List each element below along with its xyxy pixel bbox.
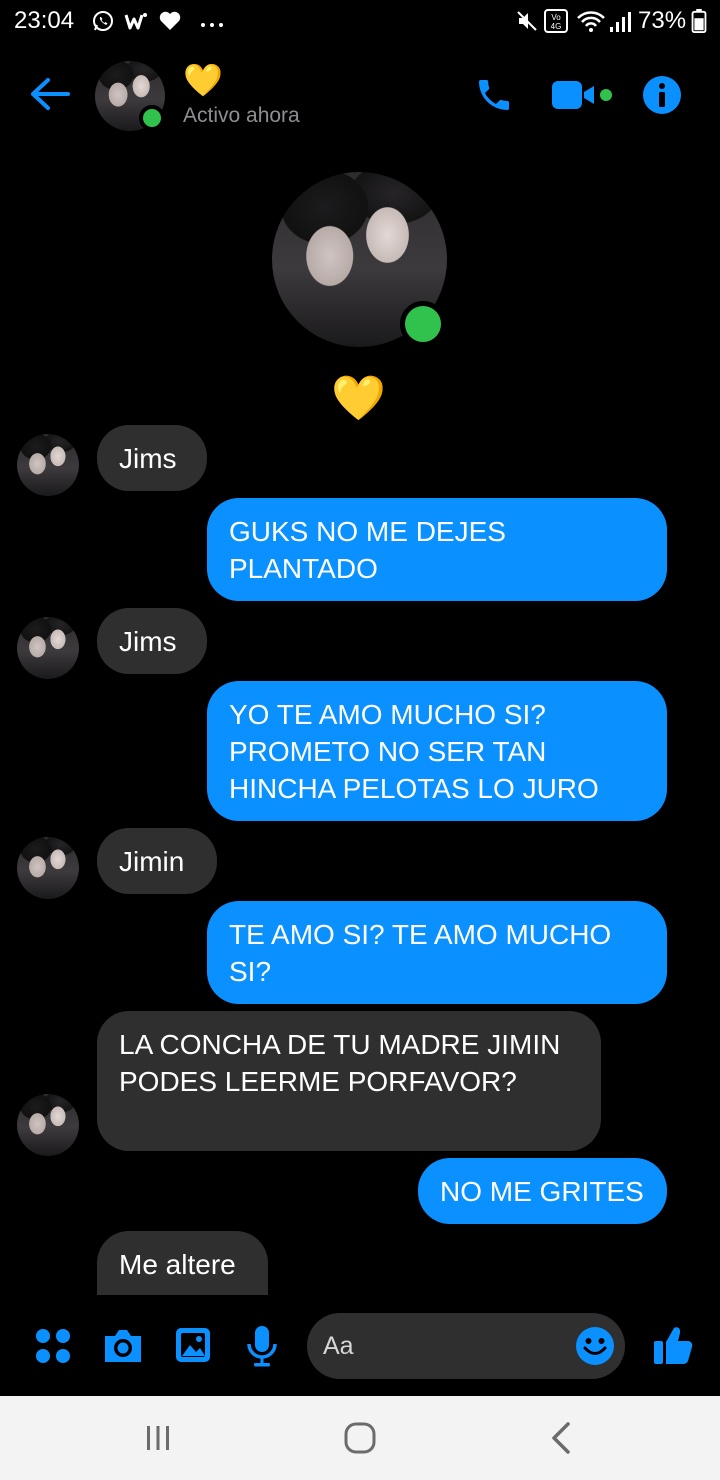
back-icon[interactable]: [546, 1420, 578, 1456]
conversation-header: 💛 Activo ahora: [0, 44, 720, 154]
sender-avatar[interactable]: [17, 837, 79, 899]
profile-name-heart: 💛: [331, 374, 386, 423]
sender-avatar[interactable]: [17, 434, 79, 496]
thumbs-up-icon[interactable]: [652, 1324, 694, 1366]
recents-icon[interactable]: [142, 1422, 174, 1454]
battery-icon: [691, 9, 707, 33]
arrow-left-icon[interactable]: [28, 76, 70, 112]
message-input-placeholder: Aa: [323, 1332, 354, 1360]
microphone-icon[interactable]: [245, 1324, 279, 1368]
message-incoming[interactable]: LA CONCHA DE TU MADRE JIMIN PODES LEERME…: [97, 1011, 601, 1151]
svg-text:4G: 4G: [551, 22, 562, 31]
battery-percent: 73%: [638, 7, 687, 34]
message-incoming[interactable]: Jimin: [97, 828, 217, 894]
message-outgoing[interactable]: NO ME GRITES: [418, 1158, 667, 1224]
sender-avatar[interactable]: [17, 1094, 79, 1156]
wifi-icon: [577, 11, 605, 32]
video-camera-icon[interactable]: [550, 78, 616, 112]
mute-icon: [517, 11, 537, 31]
contact-name[interactable]: 💛: [183, 62, 223, 98]
svg-text:Vo: Vo: [551, 13, 561, 22]
info-icon[interactable]: [642, 75, 682, 115]
message-outgoing[interactable]: YO TE AMO MUCHO SI? PROMETO NO SER TAN H…: [207, 681, 667, 821]
home-icon[interactable]: [342, 1420, 378, 1456]
volte-4g-icon: Vo 4G: [544, 9, 568, 33]
online-indicator: [139, 105, 165, 131]
message-incoming[interactable]: Jims: [97, 425, 207, 491]
phone-icon[interactable]: [474, 75, 514, 115]
status-time: 23:04: [14, 7, 75, 34]
signal-icon: [610, 12, 631, 32]
message-outgoing[interactable]: TE AMO SI? TE AMO MUCHO SI?: [207, 901, 667, 1004]
message-outgoing[interactable]: GUKS NO ME DEJES PLANTADO: [207, 498, 667, 601]
more-dots-icon: [201, 23, 223, 27]
sender-avatar[interactable]: [17, 617, 79, 679]
wattpad-icon: [124, 13, 147, 30]
contact-status: Activo ahora: [183, 104, 300, 127]
system-nav-bar: [0, 1396, 720, 1480]
smiley-icon[interactable]: [575, 1326, 615, 1366]
camera-icon[interactable]: [101, 1326, 145, 1366]
gallery-icon[interactable]: [174, 1326, 212, 1364]
message-incoming[interactable]: Me altere: [97, 1231, 268, 1295]
menu-dots-icon[interactable]: [34, 1327, 72, 1365]
whatsapp-icon: [93, 11, 113, 31]
profile-online-indicator: [400, 301, 446, 347]
heart-icon: [159, 11, 181, 30]
status-bar: 23:04 Vo 4G 73%: [0, 0, 720, 44]
message-composer: Aa: [0, 1300, 720, 1396]
message-incoming[interactable]: Jims: [97, 608, 207, 674]
